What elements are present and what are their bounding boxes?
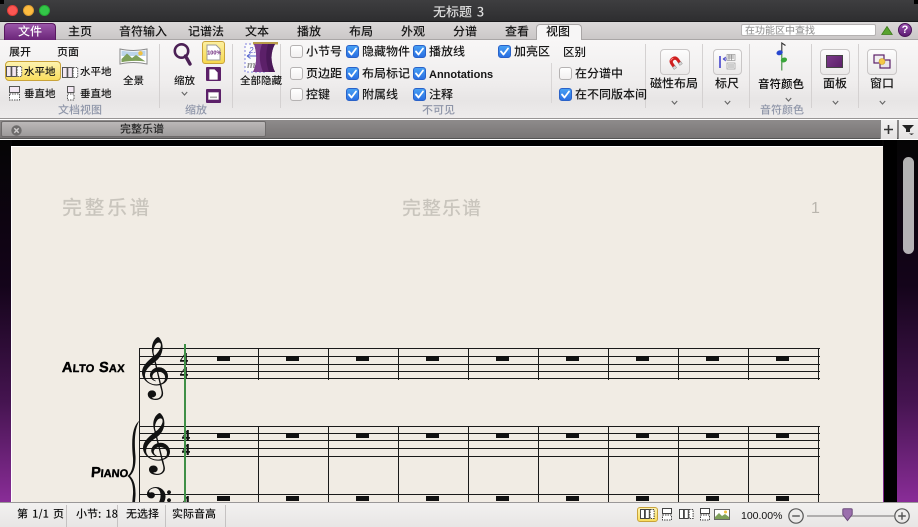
svg-text:100%: 100% bbox=[207, 51, 221, 57]
